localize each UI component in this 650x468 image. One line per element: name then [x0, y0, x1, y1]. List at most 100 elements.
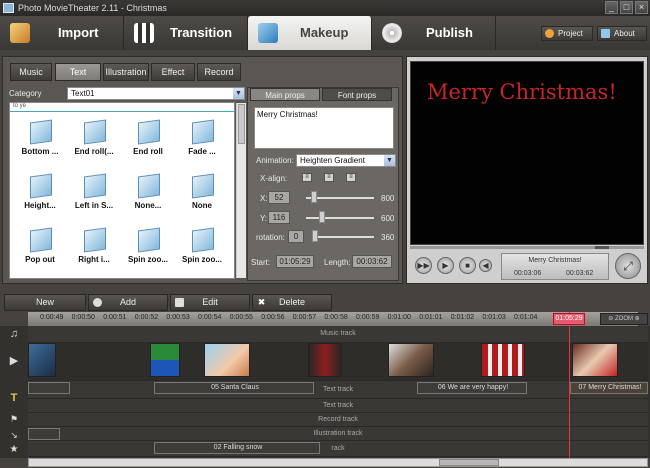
gallery-item-label: Pop out	[25, 255, 55, 264]
animation-value: Heighten Gradient	[300, 156, 365, 165]
zoom-out-icon[interactable]: ⊖	[608, 316, 613, 322]
video-clip[interactable]	[28, 343, 56, 377]
zoom-in-icon[interactable]: ⊕	[635, 316, 640, 322]
rotation-input[interactable]: 0	[288, 230, 304, 243]
align-center-icon[interactable]: ≡	[324, 173, 334, 182]
gallery-item[interactable]: None...	[122, 169, 174, 217]
text-track-2[interactable]: Text track	[28, 399, 648, 413]
gallery-item[interactable]: Spin zoo...	[122, 223, 174, 271]
gallery-item[interactable]: Height...	[14, 169, 66, 217]
tab-makeup[interactable]: Makeup	[248, 16, 372, 50]
gallery-item[interactable]: Pop out	[14, 223, 66, 271]
zoom-control[interactable]: ⊖ ZOOM ⊕	[600, 313, 648, 325]
text-track[interactable]: Text track 05 Santa Claus 06 We are very…	[28, 381, 648, 399]
record-track[interactable]: Record track	[28, 413, 648, 427]
y-slider-track[interactable]	[306, 217, 374, 219]
text-clip-santa[interactable]: 05 Santa Claus	[154, 382, 314, 394]
effect-track[interactable]: rack 02 Falling snow	[28, 441, 648, 457]
gallery-item[interactable]: Left in S...	[68, 169, 120, 217]
fullscreen-icon[interactable]: ⤢	[615, 253, 641, 279]
align-right-icon[interactable]: ≡	[346, 173, 356, 182]
subtab-record[interactable]: Record	[197, 63, 241, 81]
illustration-clip[interactable]	[28, 428, 60, 440]
rotation-slider-thumb[interactable]	[312, 230, 318, 242]
gallery-item[interactable]: Fade ...	[176, 115, 228, 163]
back-icon[interactable]: ◀	[479, 259, 492, 272]
gallery-scroll-thumb[interactable]	[238, 104, 245, 144]
preview-progress-track[interactable]	[410, 246, 644, 249]
start-input[interactable]: 01:05:29	[276, 255, 314, 268]
x-slider-thumb[interactable]	[310, 191, 317, 203]
ruler-tick-label: 0:00:59	[356, 314, 380, 321]
gallery-item[interactable]: Bottom ...	[14, 115, 66, 163]
video-clip[interactable]	[150, 343, 180, 377]
y-input[interactable]: 116	[268, 211, 290, 224]
gallery-scrollbar[interactable]	[236, 103, 246, 278]
playhead[interactable]	[569, 312, 570, 458]
text-content-input[interactable]: Merry Christmas!	[254, 107, 394, 149]
text-page-icon	[84, 173, 106, 199]
preview-panel: Merry Christmas! ▶▶ ▶ ■ ◀ Merry Christma…	[406, 56, 648, 284]
illustration-track-label: Illustration track	[313, 430, 363, 437]
timeline-scroll-thumb[interactable]	[439, 459, 499, 466]
subtab-text[interactable]: Text	[55, 63, 101, 81]
subtab-illustration[interactable]: Illustration	[103, 63, 149, 81]
text-page-icon	[84, 227, 106, 253]
gallery-item[interactable]: End roll	[122, 115, 174, 163]
video-clip[interactable]	[572, 343, 618, 377]
tab-font-props[interactable]: Font props	[322, 88, 392, 101]
new-button[interactable]: New	[4, 294, 86, 311]
x-input[interactable]: 52	[268, 191, 290, 204]
minimize-button[interactable]: _	[605, 1, 618, 14]
ruler-tick-label: 0:01:01	[419, 314, 443, 321]
gallery-item[interactable]: End roll(...	[68, 115, 120, 163]
subtab-effect[interactable]: Effect	[151, 63, 195, 81]
text-clip[interactable]	[28, 382, 70, 394]
video-clip[interactable]	[388, 343, 434, 377]
close-button[interactable]: ×	[635, 1, 648, 14]
about-button[interactable]: About	[597, 26, 647, 41]
tab-import[interactable]: Import	[0, 16, 124, 50]
tab-publish[interactable]: Publish	[372, 16, 496, 50]
video-clip[interactable]	[204, 343, 250, 377]
text-clip-happy[interactable]: 06 We are very happy!	[417, 382, 527, 394]
stop-icon[interactable]: ■	[459, 257, 476, 274]
gallery-item[interactable]: Right i...	[68, 223, 120, 271]
rotation-slider-track[interactable]	[312, 236, 374, 238]
edit-button[interactable]: Edit	[170, 294, 250, 311]
animation-select[interactable]: Heighten Gradient ▼	[296, 154, 396, 167]
length-input[interactable]: 00:03:62	[352, 255, 392, 268]
maximize-button[interactable]: □	[620, 1, 633, 14]
y-slider-thumb[interactable]	[318, 211, 325, 223]
illustration-track[interactable]: Illustration track	[28, 427, 648, 441]
subtab-music[interactable]: Music	[10, 63, 52, 81]
delete-button[interactable]: ✖ Delete	[252, 294, 332, 311]
record-flag-icon: ⚑	[9, 414, 19, 424]
text-style-gallery[interactable]: to ye Bottom ... End roll(... End roll Fade…	[9, 102, 246, 279]
preview-progress-thumb[interactable]	[595, 246, 609, 249]
video-clip[interactable]	[308, 343, 342, 377]
tab-transition[interactable]: Transition	[124, 16, 248, 50]
about-button-label: About	[614, 29, 635, 38]
gallery-divider	[10, 111, 234, 112]
playback-info: Merry Christmas! 00:03:06 00:03:62	[501, 253, 609, 280]
text-clip-merry[interactable]: 07 Merry Christmas!	[570, 382, 648, 394]
project-icon	[545, 29, 554, 38]
project-button[interactable]: Project	[541, 26, 593, 41]
gallery-item[interactable]: None	[176, 169, 228, 217]
effect-track-label: rack	[331, 445, 345, 452]
gallery-item-label: Spin zoo...	[182, 255, 222, 264]
video-track[interactable]	[28, 343, 648, 381]
video-clip[interactable]	[481, 343, 525, 377]
gallery-item[interactable]: Spin zoo...	[176, 223, 228, 271]
music-track[interactable]: Music track	[28, 326, 648, 343]
play-icon[interactable]: ▶	[437, 257, 454, 274]
illustration-clip-snow[interactable]: 02 Falling snow	[154, 442, 320, 454]
add-button[interactable]: Add	[88, 294, 168, 311]
timeline-scrollbar[interactable]	[28, 458, 648, 467]
category-select[interactable]: Text01 ▼	[67, 87, 245, 100]
tab-main-props[interactable]: Main props	[250, 88, 320, 101]
play-all-icon[interactable]: ▶▶	[415, 257, 432, 274]
align-left-icon[interactable]: ≡	[302, 173, 312, 182]
timeline-ruler[interactable]: 0:00:49 0:00:50 0:00:51 0:00:52 0:00:53 0:00:…	[28, 312, 638, 326]
